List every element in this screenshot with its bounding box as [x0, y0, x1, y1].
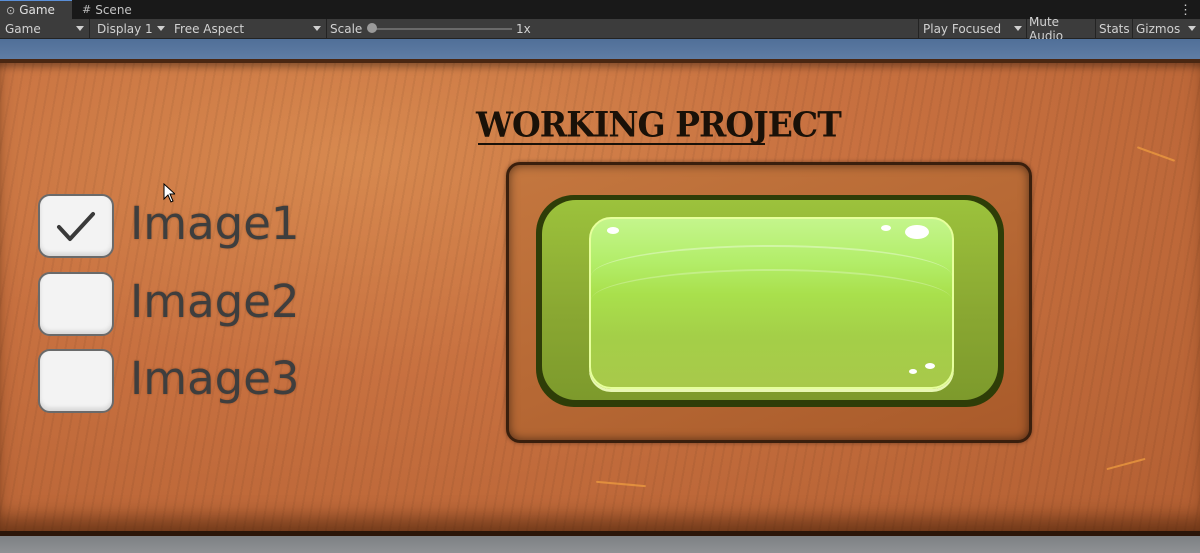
chevron-down-icon [157, 26, 165, 31]
checkbox[interactable] [38, 272, 114, 336]
gel-button-face [589, 217, 954, 389]
checkmark-icon [57, 212, 95, 241]
shine-dot [905, 225, 929, 239]
chevron-down-icon [76, 26, 84, 31]
chevron-down-icon [1188, 26, 1196, 31]
scale-slider-thumb[interactable] [367, 23, 377, 33]
shine-dot [909, 369, 917, 374]
divider [326, 19, 327, 38]
gamepad-icon: ⊙ [6, 3, 16, 17]
board-crack [1136, 146, 1176, 162]
divider [1026, 19, 1027, 38]
tab-scene-label: Scene [95, 2, 132, 17]
gizmos-dropdown-label: Gizmos [1136, 21, 1181, 36]
page-title: WORKING PROJECT [476, 104, 842, 145]
board-crack [596, 480, 646, 488]
shine-dot [925, 363, 935, 369]
shine-dot [607, 227, 619, 234]
chevron-down-icon [1014, 26, 1022, 31]
scale-label: Scale [330, 21, 363, 36]
gel-highlight-band [591, 269, 952, 331]
editor-tab-bar: ⊙ Game # Scene ⋮ [0, 0, 1200, 19]
tab-scene[interactable]: # Scene [80, 0, 146, 19]
display-dropdown-label: Display 1 [97, 21, 153, 36]
display-dropdown[interactable]: Display 1 [91, 19, 169, 38]
checkbox[interactable] [38, 194, 114, 258]
game-view-toolbar: Game Display 1 Free Aspect Scale 1x Play… [0, 15, 1200, 43]
gizmos-dropdown[interactable]: Gizmos [1134, 19, 1200, 38]
divider [89, 19, 90, 38]
title-underline [478, 143, 765, 145]
mouse-cursor-icon [163, 183, 175, 203]
tab-game[interactable]: ⊙ Game [0, 0, 72, 19]
divider [918, 19, 919, 38]
mute-audio-button[interactable]: Mute Audio [1028, 15, 1096, 43]
toggle-label: Image1 [130, 197, 300, 250]
divider [1132, 19, 1133, 38]
game-view-dropdown[interactable]: Game [0, 19, 88, 38]
shine-dot [881, 225, 891, 231]
grid-icon: # [82, 3, 92, 16]
toggle-label: Image3 [130, 352, 300, 405]
board-crack [1106, 457, 1146, 471]
checkbox[interactable] [38, 349, 114, 413]
divider [1095, 19, 1096, 38]
play-mode-dropdown[interactable]: Play Focused [920, 19, 1026, 38]
game-view-dropdown-label: Game [5, 21, 41, 36]
game-viewport[interactable]: WORKING PROJECT Image1 Image2 Image3 [0, 39, 1200, 553]
play-mode-dropdown-label: Play Focused [923, 21, 1002, 36]
chevron-down-icon [313, 26, 321, 31]
more-options-icon[interactable]: ⋮ [1179, 0, 1192, 19]
toggle-label: Image2 [130, 275, 300, 328]
aspect-dropdown-label: Free Aspect [174, 21, 245, 36]
aspect-dropdown[interactable]: Free Aspect [170, 19, 325, 38]
scale-value: 1x [516, 21, 531, 36]
stats-button[interactable]: Stats [1097, 19, 1132, 38]
tab-game-label: Game [19, 3, 55, 17]
scale-slider-track[interactable] [372, 28, 512, 30]
